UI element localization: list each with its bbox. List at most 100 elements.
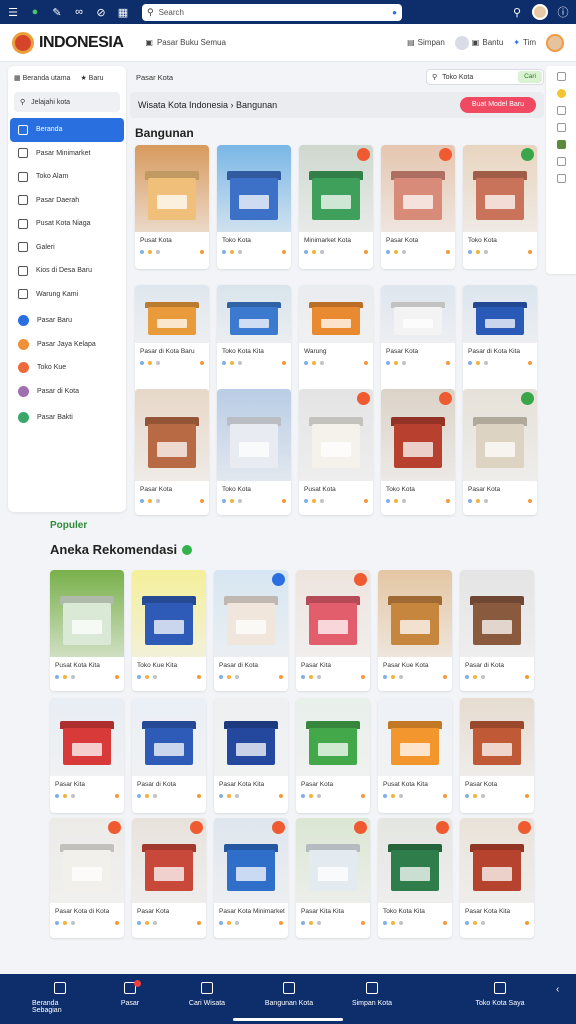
product-card[interactable]: Toko Kota xyxy=(217,389,291,515)
sidebar-item[interactable]: Beranda xyxy=(10,118,124,142)
sidebar-item[interactable]: Pusat Kota Niaga xyxy=(10,212,124,236)
product-card[interactable]: Pasar Kue Kota xyxy=(378,570,452,691)
product-card[interactable]: Toko Kota Kita xyxy=(378,818,452,938)
meta-dot-icon xyxy=(156,361,160,365)
sidebar-search-input[interactable]: ⚲ Jelajahi kota xyxy=(14,92,120,112)
header-team-button[interactable]: ✦ Tim xyxy=(513,38,536,47)
sidebar-item[interactable]: Pasar Daerah xyxy=(10,189,124,213)
product-card[interactable]: Pasar Kota xyxy=(132,818,206,938)
meta-dot-icon xyxy=(153,794,157,798)
product-card[interactable]: Pasar Kita xyxy=(296,570,370,691)
product-card[interactable]: Pasar Kita xyxy=(50,698,124,813)
meta-dot-icon xyxy=(476,499,480,503)
building-window xyxy=(236,620,266,635)
product-card[interactable]: Pasar Kota xyxy=(381,285,455,393)
product-card[interactable]: Pusat Kota Kita xyxy=(378,698,452,813)
meta-dot-icon xyxy=(468,499,472,503)
content-search-input[interactable]: ⚲ Toko Kota Cari xyxy=(426,69,544,85)
header-save-button[interactable]: ▤ Simpan xyxy=(407,38,445,47)
link-icon[interactable]: ∞ xyxy=(72,6,86,18)
product-card[interactable]: Pasar Kota xyxy=(381,145,455,269)
meta-dot-icon xyxy=(63,794,67,798)
sidebar-item[interactable]: Pasar Bakti xyxy=(10,406,124,430)
grid-icon[interactable] xyxy=(556,72,566,81)
bottom-nav-item[interactable]: Pasar xyxy=(102,980,158,1007)
search-icon[interactable]: ⚲ xyxy=(510,6,524,19)
product-card[interactable]: Toko Kue Kita xyxy=(132,570,206,691)
category-label[interactable]: Pasar Kota xyxy=(136,73,173,82)
bottom-nav-item[interactable]: Beranda Sebagian xyxy=(32,982,88,1014)
leaf-icon[interactable] xyxy=(556,140,566,149)
product-card[interactable]: Pasar Kota di Kota xyxy=(50,818,124,938)
product-card[interactable]: Pasar Kita Kita xyxy=(296,818,370,938)
back-icon[interactable]: ‹ xyxy=(556,984,559,995)
block-icon[interactable]: ⊘ xyxy=(94,6,108,19)
meta-dot-icon xyxy=(481,675,485,679)
brand-logo[interactable] xyxy=(12,31,34,54)
chat-icon[interactable] xyxy=(556,123,566,132)
product-card[interactable]: Pusat Kota xyxy=(299,389,373,515)
sidebar-home-link[interactable]: ▦ Beranda utama xyxy=(14,74,70,82)
user-avatar[interactable] xyxy=(532,4,548,20)
profile-avatar[interactable] xyxy=(546,33,564,52)
help-icon[interactable]: ⓘ xyxy=(556,4,570,20)
card-meta xyxy=(135,496,209,509)
product-card[interactable]: Minimarket Kota xyxy=(299,145,373,269)
product-card[interactable]: Pasar di Kota xyxy=(214,570,288,691)
meta-dot-icon xyxy=(219,794,223,798)
meta-dot-icon xyxy=(484,361,488,365)
tag-icon[interactable] xyxy=(556,174,566,183)
product-card[interactable]: Pasar di Kota xyxy=(132,698,206,813)
meta-dot-icon xyxy=(446,361,450,365)
product-card[interactable]: Pasar Kota xyxy=(135,389,209,515)
product-card[interactable]: Pasar Kota Minimarket xyxy=(214,818,288,938)
id-card-icon[interactable]: ▦ xyxy=(116,6,130,19)
product-card[interactable]: Toko Kota Kita xyxy=(217,285,291,393)
meta-dot-icon xyxy=(317,675,321,679)
edit-icon[interactable]: ✎ xyxy=(50,6,64,19)
comment-icon[interactable] xyxy=(556,106,566,115)
bottom-nav-item[interactable]: Toko Kota Saya xyxy=(472,982,528,1007)
product-card[interactable]: Pasar Kota Kita xyxy=(460,818,534,938)
star-icon[interactable] xyxy=(556,89,566,98)
product-card[interactable]: Pusat Kota Kita xyxy=(50,570,124,691)
meta-dot-icon xyxy=(317,921,321,925)
sidebar-item[interactable]: Toko Alam xyxy=(10,165,124,189)
bottom-nav-item[interactable]: Cari Wisata xyxy=(179,982,235,1007)
sidebar-item[interactable]: Toko Kue xyxy=(10,356,124,380)
sidebar-new-link[interactable]: ★ Baru xyxy=(80,74,103,82)
layers-icon[interactable] xyxy=(556,157,566,166)
product-card[interactable]: Pasar Kota Kita xyxy=(214,698,288,813)
sidebar-item[interactable]: Kios di Desa Baru xyxy=(10,259,124,283)
card-title: Pasar Kota xyxy=(386,237,419,244)
menu-icon[interactable]: ☰ xyxy=(6,6,20,19)
sidebar-item[interactable]: Warung Kami xyxy=(10,283,124,307)
content-search-button[interactable]: Cari xyxy=(518,71,542,83)
bottom-nav-item[interactable]: Simpan Kota xyxy=(344,982,400,1007)
sidebar-item[interactable]: Pasar di Kota xyxy=(10,380,124,404)
product-card[interactable]: Pasar di Kota Kita xyxy=(463,285,537,393)
sidebar-item[interactable]: Galeri xyxy=(10,236,124,260)
sidebar-item[interactable]: Pasar Jaya Kelapa xyxy=(10,333,124,357)
product-card[interactable]: Warung xyxy=(299,285,373,393)
app-logo-icon[interactable]: ● xyxy=(28,6,42,18)
product-card[interactable]: Pasar di Kota Baru xyxy=(135,285,209,393)
create-model-button[interactable]: Buat Model Baru xyxy=(459,97,536,113)
sidebar-item[interactable]: Pasar Baru xyxy=(10,309,124,333)
product-card[interactable]: Toko Kota xyxy=(381,389,455,515)
header-help-button[interactable]: ▣ Bantu xyxy=(454,35,503,50)
sidebar-item[interactable]: Pasar Minimarket xyxy=(10,142,124,166)
product-card[interactable]: Pasar Kota xyxy=(296,698,370,813)
brand-title[interactable]: INDONESIA xyxy=(39,34,124,52)
product-card[interactable]: Pusat Kota xyxy=(135,145,209,269)
bottom-nav-item[interactable]: Bangunan Kota xyxy=(261,982,317,1007)
meta-dot-icon xyxy=(528,361,532,365)
global-search-input[interactable]: ⚲ Search ● xyxy=(142,3,402,21)
product-card[interactable]: Toko Kota xyxy=(217,145,291,269)
product-card[interactable]: Pasar Kota xyxy=(463,389,537,515)
product-card[interactable]: Pasar di Kota xyxy=(460,570,534,691)
product-card[interactable]: Toko Kota xyxy=(463,145,537,269)
header-nav-link[interactable]: ▣ Pasar Buku Semua xyxy=(145,38,226,47)
product-card[interactable]: Pasar Kota xyxy=(460,698,534,813)
sidebar-item-label: Pasar Baru xyxy=(37,317,73,325)
